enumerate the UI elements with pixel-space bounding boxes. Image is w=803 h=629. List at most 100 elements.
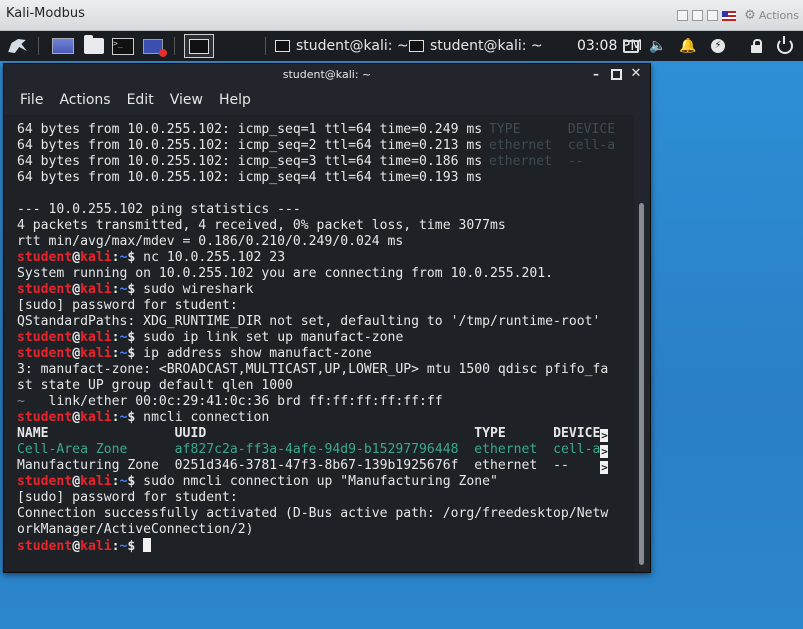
terminal-line: orkManager/ActiveConnection/2) [17, 522, 629, 538]
terminal-icon [409, 40, 424, 52]
nmcli-type: ethernet [474, 442, 554, 457]
terminal-line: Cell-Area Zone af827c2a-ff3a-4afe-94d9-b… [17, 442, 629, 458]
nmcli-type: ethernet [474, 458, 554, 473]
terminal-line-text: 64 bytes from 10.0.255.102: icmp_seq=4 t… [17, 170, 483, 185]
show-desktop-icon[interactable] [50, 34, 76, 58]
active-terminal-icon[interactable] [184, 34, 214, 58]
vm-actions-label: Actions [758, 9, 799, 22]
menu-edit[interactable]: Edit [119, 89, 162, 113]
prompt-user: student [17, 250, 73, 265]
gear-icon: ⚙ [744, 8, 756, 23]
file-manager-icon[interactable] [81, 34, 107, 58]
terminal-line-text: QStandardPaths: XDG_RUNTIME_DIR not set,… [17, 314, 601, 329]
prompt-command: nc 10.0.255.102 23 [135, 250, 286, 265]
menu-actions[interactable]: Actions [51, 89, 118, 113]
nmcli-uuid: UUID [174, 426, 475, 441]
prompt-separator: : [111, 330, 120, 345]
prompt-at: @ [72, 250, 81, 265]
display-icon[interactable] [621, 36, 641, 56]
prompt-user: student [17, 282, 73, 297]
vm-window-title: Kali-Modbus [6, 6, 85, 21]
terminal-line-text: 64 bytes from 10.0.255.102: icmp_seq=3 t… [17, 154, 483, 169]
kali-menu-icon[interactable] [4, 34, 30, 58]
nmcli-type: TYPE [474, 426, 554, 441]
terminal-line: student@kali:~$ ip address show manufact… [17, 346, 629, 362]
taskbar-item-terminal-2[interactable]: student@kali: ~ [409, 34, 543, 58]
prompt-command: sudo ip link set up manufact-zone [135, 330, 404, 345]
terminal-line: 64 bytes from 10.0.255.102: icmp_seq=4 t… [17, 170, 629, 186]
prompt-host: kali [80, 250, 112, 265]
terminal-ghost-text: TYPE DEVICE [489, 122, 616, 137]
nmcli-uuid: af827c2a-ff3a-4afe-94d9-b15297796448 [174, 442, 475, 457]
power-manager-icon[interactable]: ⚡ [708, 36, 728, 56]
nmcli-name: Manufacturing Zone [17, 458, 175, 473]
nmcli-device: cell-a [553, 442, 601, 457]
prompt-command: sudo nmcli connection up "Manufacturing … [135, 474, 498, 489]
terminal-line-prefix: ~ [17, 394, 25, 409]
prompt-host: kali [80, 282, 112, 297]
terminal-line-text: rtt min/avg/max/mdev = 0.186/0.210/0.249… [17, 234, 404, 249]
truncation-arrow-icon: > [600, 461, 609, 474]
terminal-launcher-icon[interactable]: >_ [110, 34, 136, 58]
logout-icon[interactable] [775, 36, 795, 56]
terminal-scrollbar[interactable] [634, 115, 650, 572]
terminal-line: 64 bytes from 10.0.255.102: icmp_seq=2 t… [17, 138, 629, 154]
terminal-line: [sudo] password for student: [17, 490, 629, 506]
prompt-separator: : [111, 346, 120, 361]
terminal-line-text: 64 bytes from 10.0.255.102: icmp_seq=2 t… [17, 138, 483, 153]
prompt-at: @ [72, 346, 81, 361]
prompt-at: @ [72, 410, 81, 425]
close-icon[interactable]: ✕ [629, 67, 643, 81]
terminal-line-text: [sudo] password for student: [17, 490, 238, 505]
bell-icon[interactable]: 🔔 [678, 36, 698, 56]
terminal-window[interactable]: student@kali: ~ – ✕ File Actions Edit Vi… [3, 63, 651, 573]
menu-view[interactable]: View [162, 89, 211, 113]
terminal-line-text: 4 packets transmitted, 4 received, 0% pa… [17, 218, 506, 233]
taskbar-item-terminal-1[interactable]: student@kali: ~ [275, 34, 409, 58]
menu-file[interactable]: File [4, 89, 51, 113]
terminal-titlebar[interactable]: student@kali: ~ – ✕ [4, 64, 650, 86]
maximize-icon[interactable] [609, 67, 623, 81]
prompt-user: student [17, 539, 73, 554]
terminal-line: student@kali:~$ sudo wireshark [17, 282, 629, 298]
prompt-command: ip address show manufact-zone [135, 346, 372, 361]
panel-separator [265, 37, 266, 55]
prompt-user: student [17, 346, 73, 361]
vm-actions-menu[interactable]: ⚙ Actions [744, 8, 799, 23]
nmcli-uuid: 0251d346-3781-47f3-8b67-139b1925676f [174, 458, 475, 473]
terminal-line-text: link/ether 00:0c:29:41:0c:36 brd ff:ff:f… [24, 394, 443, 409]
terminal-line: NAME UUID TYPE DEVICE> [17, 426, 629, 442]
truncation-arrow-icon: > [600, 429, 609, 442]
keyboard-layout-flag-icon[interactable] [722, 10, 737, 21]
panel-separator [174, 37, 175, 55]
vm-restore-button[interactable] [692, 10, 704, 21]
prompt-at: @ [72, 282, 81, 297]
nmcli-device: DEVICE [553, 426, 601, 441]
screen-recorder-icon[interactable] [140, 34, 167, 58]
terminal-line: System running on 10.0.255.102 you are c… [17, 266, 629, 282]
menu-help[interactable]: Help [211, 89, 259, 113]
terminal-output[interactable]: 64 bytes from 10.0.255.102: icmp_seq=1 t… [4, 115, 634, 572]
prompt-user: student [17, 474, 73, 489]
terminal-line: ~ link/ether 00:0c:29:41:0c:36 brd ff:ff… [17, 394, 629, 410]
vm-window-controls: ⚙ Actions [677, 8, 799, 23]
terminal-line: student@kali:~$ nmcli connection [17, 410, 629, 426]
volume-icon[interactable]: 🔈 [648, 36, 668, 56]
terminal-line-text: 64 bytes from 10.0.255.102: icmp_seq=1 t… [17, 122, 483, 137]
vm-minimize-button[interactable] [677, 10, 689, 21]
terminal-line: rtt min/avg/max/mdev = 0.186/0.210/0.249… [17, 234, 629, 250]
terminal-line: [sudo] password for student: [17, 298, 629, 314]
terminal-line: 64 bytes from 10.0.255.102: icmp_seq=3 t… [17, 154, 629, 170]
prompt-separator: : [111, 250, 120, 265]
prompt-separator: : [111, 410, 120, 425]
lock-icon[interactable] [746, 36, 766, 56]
terminal-line: --- 10.0.255.102 ping statistics --- [17, 202, 629, 218]
vm-maximize-button[interactable] [707, 10, 719, 21]
terminal-line: 64 bytes from 10.0.255.102: icmp_seq=1 t… [17, 122, 629, 138]
terminal-line: student@kali:~$ sudo ip link set up manu… [17, 330, 629, 346]
scrollbar-thumb[interactable] [639, 203, 644, 565]
prompt-at: @ [72, 330, 81, 345]
truncation-arrow-icon: > [600, 445, 609, 458]
minimize-icon[interactable]: – [589, 67, 603, 81]
